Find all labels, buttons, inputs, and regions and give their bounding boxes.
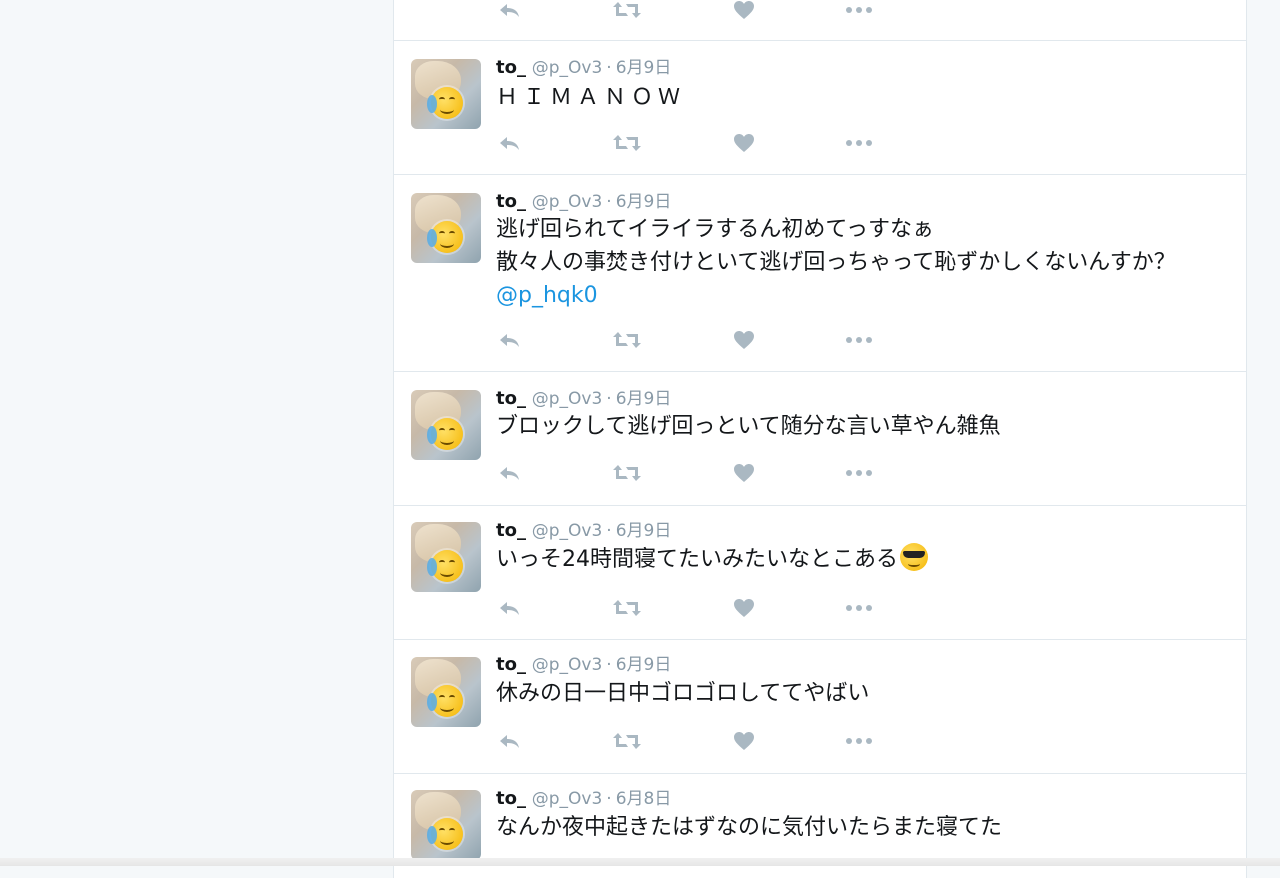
tweet-line: ＨＩＭＡＮＯＷ: [496, 85, 686, 110]
retweet-icon[interactable]: [612, 131, 642, 155]
tweet[interactable]: to_ @p_Ov3 · 6月9日 いっそ24時間寝てたいみたいなとこある: [394, 505, 1246, 639]
avatar[interactable]: [411, 790, 481, 860]
avatar[interactable]: [411, 193, 481, 263]
tweet-header: to_ @p_Ov3 · 6月9日: [496, 519, 671, 543]
display-name[interactable]: to_: [496, 57, 526, 78]
username[interactable]: @p_Ov3: [532, 192, 603, 212]
tweet-header: to_ @p_Ov3 · 6月8日: [496, 787, 671, 811]
tweet-text: 逃げ回られてイライラするん初めてっすなぁ 散々人の事焚き付けといて逃げ回っちゃっ…: [496, 213, 1176, 312]
tweet-text: ブロックして逃げ回っといて随分な言い草やん雑魚: [496, 410, 1001, 443]
reply-icon[interactable]: [496, 729, 526, 753]
heart-icon[interactable]: [732, 0, 762, 22]
username[interactable]: @p_Ov3: [532, 389, 603, 409]
timestamp[interactable]: 6月9日: [616, 521, 672, 541]
reply-icon[interactable]: [496, 131, 526, 155]
tweet-text: 休みの日一日中ゴロゴロしててやばい: [496, 677, 869, 710]
tweet[interactable]: to_ @p_Ov3 · 6月9日 休みの日一日中ゴロゴロしててやばい: [394, 639, 1246, 773]
tweet-actions: [496, 0, 896, 22]
retweet-icon[interactable]: [612, 461, 642, 485]
reply-icon[interactable]: [496, 596, 526, 620]
timestamp[interactable]: 6月9日: [616, 389, 672, 409]
tweet-line: 散々人の事焚き付けといて逃げ回っちゃって恥ずかしくないんすか？: [496, 250, 1176, 275]
retweet-icon[interactable]: [612, 729, 642, 753]
avatar[interactable]: [411, 390, 481, 460]
tweet-line: 逃げ回られてイライラするん初めてっすなぁ: [496, 217, 935, 242]
tweet-header: to_ @p_Ov3 · 6月9日: [496, 653, 671, 677]
tweet-actions: [496, 131, 896, 155]
tweet-line: なんか夜中起きたはずなのに気付いたらまた寝てた: [496, 815, 1003, 840]
timestamp[interactable]: 6月9日: [616, 192, 672, 212]
username[interactable]: @p_Ov3: [532, 655, 603, 675]
separator: ·: [606, 192, 612, 212]
timeline: to_ @p_Ov3 · 6月9日 ＨＩＭＡＮＯＷ to_ @p_Ov3 · 6月9日 …: [393, 0, 1247, 878]
heart-icon[interactable]: [732, 729, 762, 753]
heart-icon[interactable]: [732, 131, 762, 155]
display-name[interactable]: to_: [496, 388, 526, 409]
more-icon[interactable]: [844, 328, 874, 352]
tweet[interactable]: to_ @p_Ov3 · 6月9日 ＨＩＭＡＮＯＷ: [394, 40, 1246, 174]
timestamp[interactable]: 6月9日: [616, 58, 672, 78]
separator: ·: [606, 655, 612, 675]
separator: ·: [606, 789, 612, 809]
tweet-text: ＨＩＭＡＮＯＷ: [496, 81, 685, 114]
display-name[interactable]: to_: [496, 788, 526, 809]
display-name[interactable]: to_: [496, 520, 526, 541]
reply-icon[interactable]: [496, 0, 526, 22]
tweet-actions: [496, 461, 896, 485]
display-name[interactable]: to_: [496, 191, 526, 212]
tweet[interactable]: to_ @p_Ov3 · 6月9日 逃げ回られてイライラするん初めてっすなぁ 散々人…: [394, 174, 1246, 371]
sunglasses-emoji-icon: [900, 543, 928, 571]
window-bottom-edge: [0, 858, 1280, 866]
more-icon[interactable]: [844, 729, 874, 753]
tweet-line: 休みの日一日中ゴロゴロしててやばい: [496, 681, 870, 706]
tweet-actions: [496, 328, 896, 352]
mention-link[interactable]: @p_hqk0: [496, 279, 1176, 312]
reply-icon[interactable]: [496, 461, 526, 485]
avatar[interactable]: [411, 59, 481, 129]
tweet[interactable]: to_ @p_Ov3 · 6月9日 ブロックして逃げ回っといて随分な言い草やん雑魚: [394, 371, 1246, 505]
more-icon[interactable]: [844, 131, 874, 155]
tweet-actions: [496, 729, 896, 753]
more-icon[interactable]: [844, 461, 874, 485]
retweet-icon[interactable]: [612, 596, 642, 620]
heart-icon[interactable]: [732, 328, 762, 352]
tweet-text: いっそ24時間寝てたいみたいなとこある: [496, 543, 928, 576]
username[interactable]: @p_Ov3: [532, 58, 603, 78]
timestamp[interactable]: 6月8日: [616, 789, 672, 809]
separator: ·: [606, 58, 612, 78]
heart-icon[interactable]: [732, 596, 762, 620]
tweet-header: to_ @p_Ov3 · 6月9日: [496, 56, 671, 80]
username[interactable]: @p_Ov3: [532, 789, 603, 809]
retweet-icon[interactable]: [612, 0, 642, 22]
avatar[interactable]: [411, 522, 481, 592]
tweet-line: ブロックして逃げ回っといて随分な言い草やん雑魚: [496, 414, 1001, 439]
tweet-text: なんか夜中起きたはずなのに気付いたらまた寝てた: [496, 811, 1002, 844]
display-name[interactable]: to_: [496, 654, 526, 675]
avatar[interactable]: [411, 657, 481, 727]
username[interactable]: @p_Ov3: [532, 521, 603, 541]
separator: ·: [606, 389, 612, 409]
more-icon[interactable]: [844, 0, 874, 22]
retweet-icon[interactable]: [612, 328, 642, 352]
tweet-line: いっそ24時間寝てたいみたいなとこある: [496, 547, 898, 572]
tweet-header: to_ @p_Ov3 · 6月9日: [496, 190, 671, 214]
timestamp[interactable]: 6月9日: [616, 655, 672, 675]
more-icon[interactable]: [844, 596, 874, 620]
tweet-actions: [496, 596, 896, 620]
heart-icon[interactable]: [732, 461, 762, 485]
reply-icon[interactable]: [496, 328, 526, 352]
tweet-header: to_ @p_Ov3 · 6月9日: [496, 387, 671, 411]
separator: ·: [606, 521, 612, 541]
